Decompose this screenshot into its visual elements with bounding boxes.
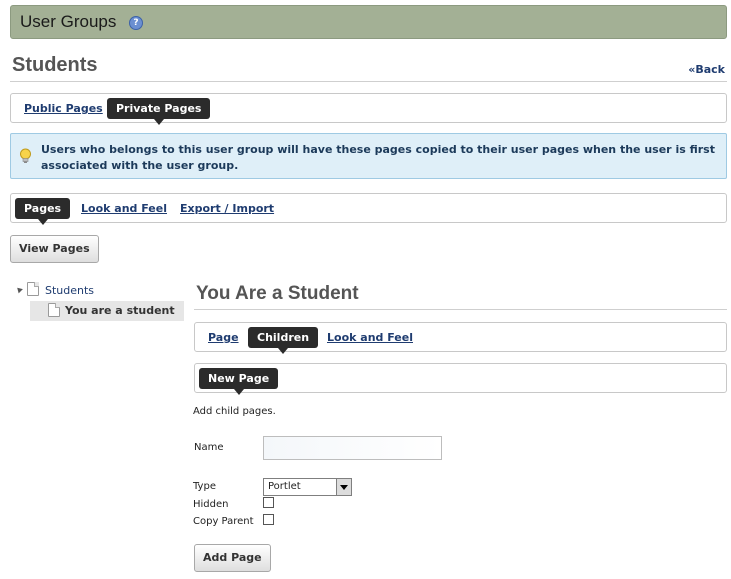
document-icon (48, 303, 60, 317)
page-heading: You Are a Student (196, 283, 359, 304)
page-edit-tabs: Page Children Look and Feel (194, 322, 727, 354)
tree-node-selected[interactable]: You are a student (30, 301, 184, 321)
section-tabs: Pages Look and Feel Export / Import (10, 193, 727, 225)
view-pages-button[interactable]: View Pages (10, 235, 99, 263)
tab-export-import[interactable]: Export / Import (180, 202, 274, 215)
type-select[interactable]: Portlet (263, 478, 352, 496)
name-label: Name (194, 442, 224, 453)
tab-look-and-feel[interactable]: Look and Feel (81, 202, 167, 215)
tab-public-pages[interactable]: Public Pages (24, 102, 103, 115)
hidden-checkbox[interactable] (263, 497, 274, 508)
tab-page-look-and-feel[interactable]: Look and Feel (327, 331, 413, 344)
copy-parent-label: Copy Parent (193, 516, 254, 527)
portlet-title-bar: User Groups ? (10, 5, 727, 39)
type-select-value: Portlet (268, 481, 301, 492)
tree-node-root[interactable]: Students (15, 282, 184, 298)
portlet-title: User Groups (20, 12, 117, 31)
tree-node-label[interactable]: Students (45, 284, 94, 297)
tree-node-label[interactable]: You are a student (65, 304, 175, 317)
type-label: Type (193, 481, 216, 492)
hidden-label: Hidden (193, 499, 229, 510)
group-title: Students (12, 54, 98, 76)
dropdown-arrow-icon[interactable] (336, 479, 351, 495)
lightbulb-icon (20, 148, 31, 163)
children-subtabs: New Page (194, 363, 727, 395)
divider (10, 81, 727, 82)
section-description: Add child pages. (193, 406, 276, 417)
help-icon[interactable]: ? (129, 16, 143, 30)
info-message-text: Users who belongs to this user group wil… (41, 143, 715, 172)
pages-visibility-tabs: Public Pages Private Pages (10, 93, 727, 125)
divider (194, 309, 727, 310)
tab-children[interactable]: Children (248, 327, 319, 354)
info-message: Users who belongs to this user group wil… (10, 133, 727, 179)
name-input[interactable] (263, 436, 442, 460)
tab-page[interactable]: Page (208, 331, 239, 344)
tab-pages[interactable]: Pages (15, 198, 71, 225)
tab-new-page[interactable]: New Page (199, 368, 279, 395)
document-icon (27, 282, 39, 296)
add-page-button[interactable]: Add Page (194, 544, 271, 572)
collapse-arrow-icon[interactable] (15, 285, 23, 294)
copy-parent-checkbox[interactable] (263, 514, 274, 525)
tab-private-pages[interactable]: Private Pages (107, 98, 211, 125)
back-link[interactable]: «Back (688, 63, 725, 76)
